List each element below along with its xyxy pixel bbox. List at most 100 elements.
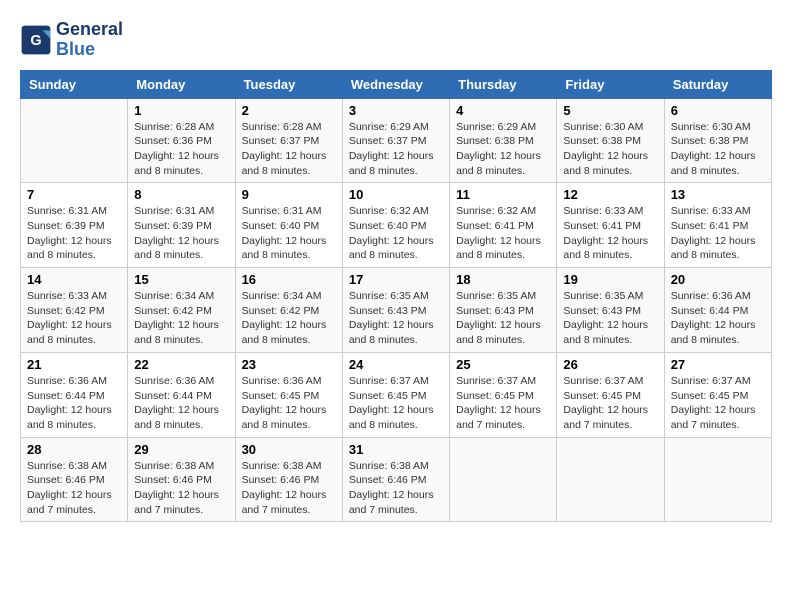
calendar-cell: 7 Sunrise: 6:31 AMSunset: 6:39 PMDaylight… bbox=[21, 183, 128, 268]
col-header-monday: Monday bbox=[128, 70, 235, 98]
calendar-week-3: 14Sunrise: 6:33 AMSunset: 6:42 PMDayligh… bbox=[21, 268, 772, 353]
day-number: 12 bbox=[563, 187, 657, 202]
col-header-saturday: Saturday bbox=[664, 70, 771, 98]
day-number: 18 bbox=[456, 272, 550, 287]
calendar-week-2: 7 Sunrise: 6:31 AMSunset: 6:39 PMDaylight… bbox=[21, 183, 772, 268]
day-number: 14 bbox=[27, 272, 121, 287]
day-info: Sunrise: 6:32 AMSunset: 6:40 PMDaylight:… bbox=[349, 204, 443, 263]
day-number: 11 bbox=[456, 187, 550, 202]
header-row: SundayMondayTuesdayWednesdayThursdayFrid… bbox=[21, 70, 772, 98]
day-info: Sunrise: 6:35 AMSunset: 6:43 PMDaylight:… bbox=[349, 289, 443, 348]
day-info: Sunrise: 6:36 AMSunset: 6:45 PMDaylight:… bbox=[242, 374, 336, 433]
logo: G General Blue bbox=[20, 20, 123, 60]
calendar-cell bbox=[557, 437, 664, 522]
day-info: Sunrise: 6:31 AMSunset: 6:39 PMDaylight:… bbox=[134, 204, 228, 263]
day-info: Sunrise: 6:33 AMSunset: 6:41 PMDaylight:… bbox=[563, 204, 657, 263]
day-info: Sunrise: 6:30 AMSunset: 6:38 PMDaylight:… bbox=[563, 120, 657, 179]
day-number: 23 bbox=[242, 357, 336, 372]
day-info: Sunrise: 6:38 AMSunset: 6:46 PMDaylight:… bbox=[242, 459, 336, 518]
day-info: Sunrise: 6:29 AMSunset: 6:38 PMDaylight:… bbox=[456, 120, 550, 179]
day-info: Sunrise: 6:31 AMSunset: 6:39 PMDaylight:… bbox=[27, 204, 121, 263]
calendar-week-4: 21 Sunrise: 6:36 AMSunset: 6:44 PMDayligh… bbox=[21, 352, 772, 437]
day-number: 31 bbox=[349, 442, 443, 457]
calendar-week-1: 1 Sunrise: 6:28 AMSunset: 6:36 PMDaylight… bbox=[21, 98, 772, 183]
day-number: 27 bbox=[671, 357, 765, 372]
calendar-cell: 11Sunrise: 6:32 AMSunset: 6:41 PMDayligh… bbox=[450, 183, 557, 268]
col-header-wednesday: Wednesday bbox=[342, 70, 449, 98]
calendar-cell: 4 Sunrise: 6:29 AMSunset: 6:38 PMDaylight… bbox=[450, 98, 557, 183]
calendar-cell: 29 Sunrise: 6:38 AMSunset: 6:46 PMDayligh… bbox=[128, 437, 235, 522]
day-info: Sunrise: 6:29 AMSunset: 6:37 PMDaylight:… bbox=[349, 120, 443, 179]
day-info: Sunrise: 6:37 AMSunset: 6:45 PMDaylight:… bbox=[456, 374, 550, 433]
day-number: 9 bbox=[242, 187, 336, 202]
col-header-friday: Friday bbox=[557, 70, 664, 98]
logo-text: General Blue bbox=[56, 20, 123, 60]
calendar-cell: 23 Sunrise: 6:36 AMSunset: 6:45 PMDayligh… bbox=[235, 352, 342, 437]
day-number: 30 bbox=[242, 442, 336, 457]
day-info: Sunrise: 6:28 AMSunset: 6:36 PMDaylight:… bbox=[134, 120, 228, 179]
day-info: Sunrise: 6:38 AMSunset: 6:46 PMDaylight:… bbox=[134, 459, 228, 518]
calendar-cell bbox=[21, 98, 128, 183]
day-number: 24 bbox=[349, 357, 443, 372]
day-info: Sunrise: 6:38 AMSunset: 6:46 PMDaylight:… bbox=[27, 459, 121, 518]
day-info: Sunrise: 6:38 AMSunset: 6:46 PMDaylight:… bbox=[349, 459, 443, 518]
day-number: 7 bbox=[27, 187, 121, 202]
calendar-cell: 27 Sunrise: 6:37 AMSunset: 6:45 PMDayligh… bbox=[664, 352, 771, 437]
day-info: Sunrise: 6:28 AMSunset: 6:37 PMDaylight:… bbox=[242, 120, 336, 179]
day-number: 16 bbox=[242, 272, 336, 287]
calendar-cell: 21 Sunrise: 6:36 AMSunset: 6:44 PMDayligh… bbox=[21, 352, 128, 437]
calendar-week-5: 28 Sunrise: 6:38 AMSunset: 6:46 PMDayligh… bbox=[21, 437, 772, 522]
calendar-cell: 16 Sunrise: 6:34 AMSunset: 6:42 PMDayligh… bbox=[235, 268, 342, 353]
col-header-sunday: Sunday bbox=[21, 70, 128, 98]
day-info: Sunrise: 6:34 AMSunset: 6:42 PMDaylight:… bbox=[134, 289, 228, 348]
day-number: 5 bbox=[563, 103, 657, 118]
day-info: Sunrise: 6:36 AMSunset: 6:44 PMDaylight:… bbox=[134, 374, 228, 433]
calendar-cell bbox=[450, 437, 557, 522]
day-info: Sunrise: 6:37 AMSunset: 6:45 PMDaylight:… bbox=[671, 374, 765, 433]
calendar-cell: 5 Sunrise: 6:30 AMSunset: 6:38 PMDaylight… bbox=[557, 98, 664, 183]
calendar-cell: 3 Sunrise: 6:29 AMSunset: 6:37 PMDaylight… bbox=[342, 98, 449, 183]
calendar-cell: 28 Sunrise: 6:38 AMSunset: 6:46 PMDayligh… bbox=[21, 437, 128, 522]
calendar-cell: 15 Sunrise: 6:34 AMSunset: 6:42 PMDayligh… bbox=[128, 268, 235, 353]
day-number: 26 bbox=[563, 357, 657, 372]
day-number: 13 bbox=[671, 187, 765, 202]
day-number: 25 bbox=[456, 357, 550, 372]
day-number: 15 bbox=[134, 272, 228, 287]
calendar-cell: 30 Sunrise: 6:38 AMSunset: 6:46 PMDayligh… bbox=[235, 437, 342, 522]
col-header-tuesday: Tuesday bbox=[235, 70, 342, 98]
day-number: 28 bbox=[27, 442, 121, 457]
day-number: 4 bbox=[456, 103, 550, 118]
calendar-cell: 22Sunrise: 6:36 AMSunset: 6:44 PMDayligh… bbox=[128, 352, 235, 437]
day-number: 1 bbox=[134, 103, 228, 118]
day-info: Sunrise: 6:31 AMSunset: 6:40 PMDaylight:… bbox=[242, 204, 336, 263]
day-info: Sunrise: 6:36 AMSunset: 6:44 PMDaylight:… bbox=[671, 289, 765, 348]
calendar-cell: 31 Sunrise: 6:38 AMSunset: 6:46 PMDayligh… bbox=[342, 437, 449, 522]
col-header-thursday: Thursday bbox=[450, 70, 557, 98]
day-info: Sunrise: 6:35 AMSunset: 6:43 PMDaylight:… bbox=[456, 289, 550, 348]
day-info: Sunrise: 6:35 AMSunset: 6:43 PMDaylight:… bbox=[563, 289, 657, 348]
day-info: Sunrise: 6:36 AMSunset: 6:44 PMDaylight:… bbox=[27, 374, 121, 433]
calendar-cell: 9 Sunrise: 6:31 AMSunset: 6:40 PMDaylight… bbox=[235, 183, 342, 268]
page-header: G General Blue bbox=[20, 20, 772, 60]
day-number: 10 bbox=[349, 187, 443, 202]
day-info: Sunrise: 6:37 AMSunset: 6:45 PMDaylight:… bbox=[563, 374, 657, 433]
day-number: 29 bbox=[134, 442, 228, 457]
day-number: 19 bbox=[563, 272, 657, 287]
calendar-cell: 14Sunrise: 6:33 AMSunset: 6:42 PMDayligh… bbox=[21, 268, 128, 353]
calendar-cell: 18 Sunrise: 6:35 AMSunset: 6:43 PMDayligh… bbox=[450, 268, 557, 353]
logo-icon: G bbox=[20, 24, 52, 56]
calendar-cell: 12 Sunrise: 6:33 AMSunset: 6:41 PMDayligh… bbox=[557, 183, 664, 268]
day-number: 3 bbox=[349, 103, 443, 118]
calendar-cell: 17 Sunrise: 6:35 AMSunset: 6:43 PMDayligh… bbox=[342, 268, 449, 353]
calendar-cell: 25 Sunrise: 6:37 AMSunset: 6:45 PMDayligh… bbox=[450, 352, 557, 437]
day-info: Sunrise: 6:30 AMSunset: 6:38 PMDaylight:… bbox=[671, 120, 765, 179]
day-number: 21 bbox=[27, 357, 121, 372]
day-info: Sunrise: 6:34 AMSunset: 6:42 PMDaylight:… bbox=[242, 289, 336, 348]
day-number: 20 bbox=[671, 272, 765, 287]
day-number: 17 bbox=[349, 272, 443, 287]
calendar-cell: 20 Sunrise: 6:36 AMSunset: 6:44 PMDayligh… bbox=[664, 268, 771, 353]
calendar-cell: 2Sunrise: 6:28 AMSunset: 6:37 PMDaylight… bbox=[235, 98, 342, 183]
day-number: 6 bbox=[671, 103, 765, 118]
calendar-cell: 26 Sunrise: 6:37 AMSunset: 6:45 PMDayligh… bbox=[557, 352, 664, 437]
day-info: Sunrise: 6:33 AMSunset: 6:41 PMDaylight:… bbox=[671, 204, 765, 263]
